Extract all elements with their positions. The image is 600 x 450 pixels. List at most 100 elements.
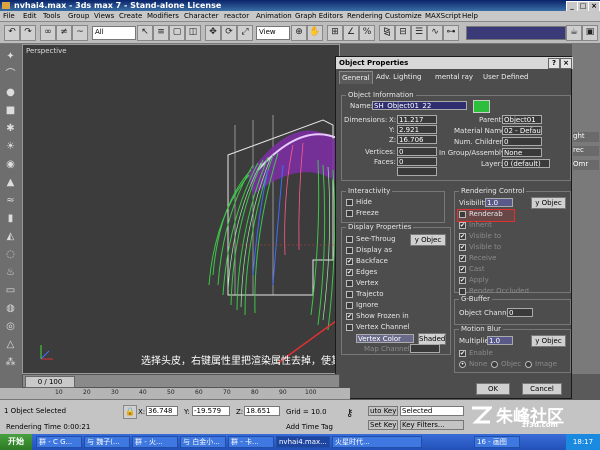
schematic-view-icon[interactable]: ⊶ bbox=[443, 25, 459, 41]
time-slider-knob[interactable]: 0 / 100 bbox=[25, 376, 75, 388]
backface-checkbox[interactable]: ✔ bbox=[346, 258, 353, 265]
object-channel-field[interactable]: 0 bbox=[507, 308, 533, 317]
set-key-button[interactable]: Set Key bbox=[368, 420, 398, 430]
select-rotate-icon[interactable]: ⟳ bbox=[221, 25, 237, 41]
track-bar[interactable]: 10 20 30 40 50 60 70 80 90 100 bbox=[0, 388, 350, 400]
menu-customize[interactable]: Customize bbox=[385, 12, 422, 21]
ignore-extents-checkbox[interactable] bbox=[346, 302, 353, 309]
light-icon[interactable]: ☀ bbox=[4, 140, 17, 153]
dialog-close-button[interactable]: × bbox=[560, 58, 572, 69]
taskbar-item[interactable]: 群 - C G... bbox=[36, 436, 82, 448]
tab-user-defined[interactable]: User Defined bbox=[481, 71, 530, 83]
multiplier-field[interactable]: 1.0 bbox=[487, 336, 513, 345]
cancel-button[interactable]: Cancel bbox=[522, 383, 562, 395]
image-radio[interactable] bbox=[525, 361, 532, 368]
bind-spacewarp-icon[interactable]: ~ bbox=[72, 25, 88, 41]
menu-maxscript[interactable]: MAXScript bbox=[425, 12, 461, 21]
help-button[interactable]: ? bbox=[548, 58, 560, 69]
cast-shadows-checkbox[interactable]: ✔ bbox=[459, 266, 466, 273]
renderable-checkbox[interactable] bbox=[459, 211, 466, 218]
menu-file[interactable]: File bbox=[3, 12, 15, 21]
unlink-icon[interactable]: ≠ bbox=[56, 25, 72, 41]
perspective-viewport[interactable]: Perspective 选择头皮，右键属性里把渲染属性去掉，使 bbox=[22, 44, 340, 374]
selected-dropdown[interactable]: Selected bbox=[400, 406, 464, 416]
menu-modifiers[interactable]: Modifiers bbox=[147, 12, 179, 21]
tab-adv-lighting[interactable]: Adv. Lighting bbox=[374, 71, 423, 83]
camera-icon[interactable]: ◉ bbox=[4, 158, 17, 171]
pyramid-icon[interactable]: △ bbox=[4, 338, 17, 351]
particle-icon[interactable]: ⁂ bbox=[4, 356, 17, 369]
object-color-swatch[interactable] bbox=[473, 100, 490, 113]
redo-icon[interactable]: ↷ bbox=[20, 25, 36, 41]
torus-icon[interactable]: ◌ bbox=[4, 248, 17, 261]
tab-general[interactable]: General bbox=[339, 71, 373, 84]
menu-rendering[interactable]: Rendering bbox=[347, 12, 383, 21]
tab-mental-ray[interactable]: mental ray bbox=[433, 71, 475, 83]
key-icon[interactable]: ⚷ bbox=[346, 408, 353, 419]
selection-filter-dropdown[interactable]: All bbox=[92, 26, 136, 40]
map-channel-field[interactable] bbox=[410, 344, 440, 353]
geosphere-icon[interactable]: ◍ bbox=[4, 302, 17, 315]
rendering-by-object-button[interactable]: y Objec bbox=[531, 197, 566, 209]
percent-snap-icon[interactable]: % bbox=[359, 25, 375, 41]
y-coord-field[interactable]: -19.579 bbox=[192, 406, 230, 416]
create-icon[interactable]: ✦ bbox=[4, 50, 17, 63]
menu-character[interactable]: Character bbox=[184, 12, 219, 21]
display-as-box-checkbox[interactable] bbox=[346, 247, 353, 254]
align-icon[interactable]: ⊟ bbox=[395, 25, 411, 41]
taskbar-item[interactable]: 与 白金小... bbox=[180, 436, 226, 448]
manipulate-icon[interactable]: ✋ bbox=[307, 25, 323, 41]
hide-checkbox[interactable] bbox=[346, 199, 353, 206]
undo-icon[interactable]: ↶ bbox=[4, 25, 20, 41]
auto-key-button[interactable]: uto Key bbox=[368, 406, 398, 416]
star-icon[interactable]: ✱ bbox=[4, 122, 17, 135]
spacewarp-icon[interactable]: ≈ bbox=[4, 194, 17, 207]
lock-selection-icon[interactable]: 🔒 bbox=[123, 405, 137, 419]
teapot-icon[interactable]: ♨ bbox=[4, 266, 17, 279]
quick-render-icon[interactable]: ▣ bbox=[582, 25, 598, 41]
taskbar-item[interactable]: 群 - 卡... bbox=[228, 436, 274, 448]
tube-icon[interactable]: ◎ bbox=[4, 320, 17, 333]
trajectory-checkbox[interactable] bbox=[346, 291, 353, 298]
modify-icon[interactable]: ⌒ bbox=[4, 68, 17, 81]
apply-atmospherics-checkbox[interactable]: ✔ bbox=[459, 277, 466, 284]
vertex-ticks-checkbox[interactable] bbox=[346, 280, 353, 287]
named-selection-dropdown[interactable] bbox=[466, 26, 566, 40]
vertex-channel-checkbox[interactable] bbox=[346, 324, 353, 331]
object-radio[interactable] bbox=[491, 361, 498, 368]
mirror-icon[interactable]: ⧎ bbox=[379, 25, 395, 41]
name-field[interactable]: SH_Object01_22 bbox=[372, 101, 467, 110]
display-by-object-button[interactable]: y Objec bbox=[410, 234, 446, 246]
x-coord-field[interactable]: 36.748 bbox=[146, 406, 178, 416]
receive-shadows-checkbox[interactable]: ✔ bbox=[459, 255, 466, 262]
key-filters-button[interactable]: Key Filters... bbox=[400, 420, 464, 430]
menu-graph-editors[interactable]: Graph Editors bbox=[295, 12, 343, 21]
curve-editor-icon[interactable]: ∿ bbox=[427, 25, 443, 41]
render-icon[interactable]: ☕ bbox=[566, 25, 582, 41]
inherit-visibility-checkbox[interactable]: ✔ bbox=[459, 222, 466, 229]
plane-icon[interactable]: ▭ bbox=[4, 284, 17, 297]
add-time-tag[interactable]: Add Time Tag bbox=[286, 423, 333, 431]
start-button[interactable]: 开始 bbox=[0, 434, 32, 450]
enable-checkbox[interactable]: ✔ bbox=[459, 350, 466, 357]
select-by-name-icon[interactable]: ≡ bbox=[153, 25, 169, 41]
freeze-checkbox[interactable] bbox=[346, 210, 353, 217]
menu-animation[interactable]: Animation bbox=[256, 12, 292, 21]
select-icon[interactable]: ↖ bbox=[137, 25, 153, 41]
taskbar-item[interactable]: 16 - 画图 bbox=[474, 436, 520, 448]
vertex-color-dropdown[interactable]: Vertex Color bbox=[356, 334, 414, 343]
ok-button[interactable]: OK bbox=[476, 383, 510, 395]
render-occluded-checkbox[interactable] bbox=[459, 288, 466, 295]
time-slider[interactable]: 0 / 100 bbox=[22, 374, 340, 388]
taskbar-item[interactable]: 群 - 火... bbox=[132, 436, 178, 448]
taskbar-item[interactable]: 与 魏子(... bbox=[84, 436, 130, 448]
region-select-icon[interactable]: ▢ bbox=[169, 25, 185, 41]
motion-blur-by-object-button[interactable]: y Objec bbox=[531, 335, 566, 347]
menu-tools[interactable]: Tools bbox=[43, 12, 60, 21]
layer-manager-icon[interactable]: ☰ bbox=[411, 25, 427, 41]
menu-edit[interactable]: Edit bbox=[23, 12, 37, 21]
taskbar-item[interactable]: 火星时代... bbox=[332, 436, 422, 448]
snap-icon[interactable]: ⊞ bbox=[327, 25, 343, 41]
link-icon[interactable]: ∞ bbox=[40, 25, 56, 41]
menu-views[interactable]: Views bbox=[94, 12, 114, 21]
